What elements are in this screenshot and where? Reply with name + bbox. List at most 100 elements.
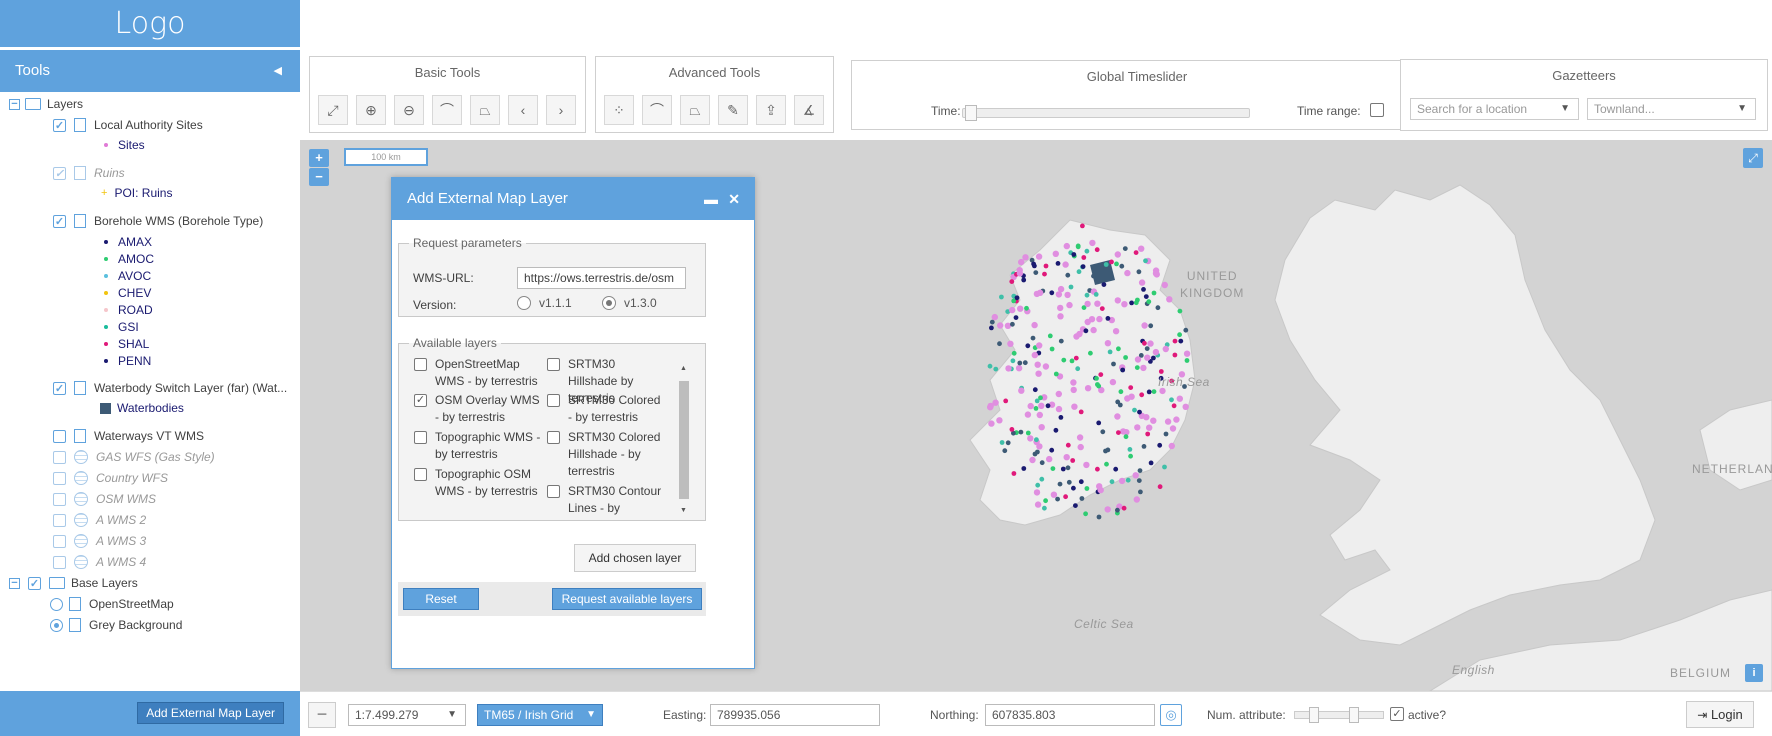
layer-checkbox[interactable]	[53, 555, 66, 569]
chevron-down-icon[interactable]: ▼	[1737, 99, 1747, 119]
slider-handle-max[interactable]	[1349, 707, 1359, 723]
layer-checkbox[interactable]	[53, 492, 66, 506]
tree-node-grey-background[interactable]: Grey Background	[50, 615, 182, 635]
tree-node-country-wfs[interactable]: Country WFS	[53, 468, 168, 488]
tree-node-openstreetmap[interactable]: OpenStreetMap	[50, 594, 174, 614]
collapse-icon[interactable]: −	[308, 702, 336, 728]
layer-option[interactable]: SRTM30 Contour Lines - by terrestris	[547, 483, 665, 520]
tree-node-a-wms-4[interactable]: A WMS 4	[53, 552, 146, 572]
tree-node-a-wms-3[interactable]: A WMS 3	[53, 531, 146, 551]
layer-checkbox[interactable]: ✓	[53, 118, 66, 132]
login-button[interactable]: ⇥ Login	[1686, 701, 1754, 728]
layer-option-checkbox[interactable]	[547, 485, 560, 498]
tree-node-base-layers[interactable]: − ✓ Base Layers	[9, 573, 138, 593]
time-slider[interactable]	[962, 105, 1250, 121]
version-130-radio[interactable]: v1.3.0	[602, 296, 657, 310]
zoom-out-icon[interactable]: ⊖	[394, 95, 424, 125]
history-back-icon[interactable]: ‹	[508, 95, 538, 125]
measure-angle-icon[interactable]: ∡	[794, 95, 824, 125]
layer-option-checkbox[interactable]	[414, 431, 427, 444]
draw-line-icon[interactable]: ⌒	[642, 95, 672, 125]
layer-option[interactable]: Topographic WMS - by terrestris	[414, 429, 544, 463]
tree-node-osm-wms[interactable]: OSM WMS	[53, 489, 156, 509]
add-external-layer-button[interactable]: Add External Map Layer	[137, 702, 284, 724]
tree-node-waterways[interactable]: Waterways VT WMS	[53, 426, 204, 446]
base-layer-radio[interactable]	[50, 618, 63, 632]
layer-option[interactable]: SRTM30 Colored Hillshade - by terrestris	[547, 429, 665, 480]
wms-url-input[interactable]: https://ows.terrestris.de/osm	[517, 267, 686, 289]
layer-checkbox[interactable]	[53, 513, 66, 527]
easting-field[interactable]: 789935.056	[710, 704, 880, 726]
layer-option-checkbox[interactable]	[547, 358, 560, 371]
collapse-icon[interactable]: −	[9, 577, 20, 589]
layer-checkbox[interactable]	[53, 471, 66, 485]
layer-checkbox[interactable]	[53, 534, 66, 548]
collapse-icon[interactable]: −	[9, 98, 20, 110]
layer-option-checkbox[interactable]	[547, 394, 560, 407]
layers-scrollbar[interactable]: ▲ ▼	[678, 365, 690, 514]
draw-polygon-icon[interactable]: ⏢	[680, 95, 710, 125]
tree-node-waterbody-switch[interactable]: ✓ Waterbody Switch Layer (far) (Wat...	[53, 378, 287, 398]
slider-handle[interactable]	[965, 105, 977, 121]
measure-area-icon[interactable]: ⏢	[470, 95, 500, 125]
base-layer-radio[interactable]	[50, 597, 63, 611]
layer-checkbox[interactable]	[53, 429, 66, 443]
zoom-in-icon[interactable]: ⊕	[356, 95, 386, 125]
select-points-icon[interactable]: ⁘	[604, 95, 634, 125]
minimize-icon[interactable]: ▬	[704, 178, 718, 220]
info-icon[interactable]: i	[1745, 664, 1763, 682]
active-checkbox[interactable]: ✓	[1390, 707, 1404, 721]
layer-option-checkbox[interactable]	[547, 431, 560, 444]
edit-pencil-icon[interactable]: ✎	[718, 95, 748, 125]
measure-line-icon[interactable]: ⌒	[432, 95, 462, 125]
add-chosen-layer-button[interactable]: Add chosen layer	[574, 544, 696, 572]
scrollbar-thumb[interactable]	[679, 381, 689, 499]
scroll-up-icon[interactable]: ▲	[680, 365, 687, 372]
layer-option[interactable]: ✓ OSM Overlay WMS - by terrestris	[414, 392, 544, 426]
collapse-left-icon[interactable]: ◀	[274, 50, 282, 92]
layer-option-checkbox[interactable]: ✓	[414, 394, 427, 407]
tree-node-borehole[interactable]: ✓ Borehole WMS (Borehole Type)	[53, 211, 263, 231]
tree-node-a-wms-2[interactable]: A WMS 2	[53, 510, 146, 530]
radio-circle[interactable]	[602, 296, 616, 310]
tree-node-local-authority-sites[interactable]: ✓ Local Authority Sites	[53, 115, 203, 135]
reset-button[interactable]: Reset	[403, 588, 479, 610]
layer-checkbox[interactable]: ✓	[53, 381, 66, 395]
fullscreen-icon[interactable]: ⤢	[1743, 148, 1763, 168]
slider-handle-min[interactable]	[1309, 707, 1319, 723]
scroll-down-icon[interactable]: ▼	[680, 507, 687, 514]
tree-node-ruins[interactable]: ✓ Ruins	[53, 163, 125, 183]
scale-select[interactable]: 1:7.499.279 ▼	[348, 704, 466, 726]
radio-circle[interactable]	[517, 296, 531, 310]
zoom-extent-icon[interactable]: ⤢	[318, 95, 348, 125]
layer-checkbox[interactable]: ✓	[53, 166, 66, 180]
layer-checkbox[interactable]: ✓	[28, 576, 41, 590]
history-forward-icon[interactable]: ›	[546, 95, 576, 125]
chevron-down-icon[interactable]: ▼	[1560, 99, 1570, 119]
upload-icon[interactable]: ⇪	[756, 95, 786, 125]
request-available-layers-button[interactable]: Request available layers	[552, 588, 702, 610]
chevron-down-icon[interactable]: ▼	[447, 705, 457, 725]
file-icon	[74, 118, 86, 132]
layer-option[interactable]: Topographic OSM WMS - by terrestris	[414, 466, 544, 500]
locate-target-icon[interactable]: ◎	[1160, 704, 1182, 726]
chevron-down-icon[interactable]: ▼	[586, 705, 596, 725]
townland-combo[interactable]: Townland... ▼	[1587, 98, 1756, 120]
close-icon[interactable]: ✕	[728, 178, 740, 220]
projection-select[interactable]: TM65 / Irish Grid ▼	[477, 704, 603, 726]
version-111-radio[interactable]: v1.1.1	[517, 296, 572, 310]
layer-option-checkbox[interactable]	[414, 358, 427, 371]
zoom-in-button[interactable]: +	[309, 149, 329, 167]
location-search-combo[interactable]: Search for a location ▼	[1410, 98, 1579, 120]
layer-option-checkbox[interactable]	[414, 468, 427, 481]
zoom-out-button[interactable]: −	[309, 168, 329, 186]
layer-option[interactable]: OpenStreetMap WMS - by terrestris	[414, 356, 544, 390]
time-range-checkbox[interactable]	[1370, 103, 1384, 117]
layer-option[interactable]: SRTM30 Colored - by terrestris	[547, 392, 665, 426]
northing-field[interactable]: 607835.803	[985, 704, 1155, 726]
num-attribute-slider[interactable]	[1294, 707, 1384, 723]
tree-node-layers[interactable]: − Layers	[9, 94, 83, 114]
tree-node-gas-wfs[interactable]: GAS WFS (Gas Style)	[53, 447, 215, 467]
layer-checkbox[interactable]: ✓	[53, 214, 66, 228]
layer-checkbox[interactable]	[53, 450, 66, 464]
